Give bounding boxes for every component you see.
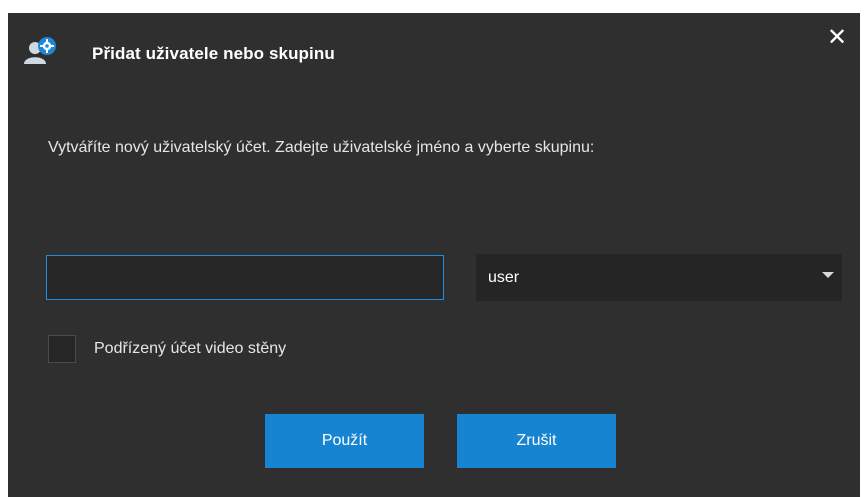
dialog-title: Přidat uživatele nebo skupinu [92, 44, 335, 63]
user-gear-icon [22, 35, 58, 65]
instruction-text: Vytváříte nový uživatelský účet. Zadejte… [48, 139, 595, 156]
add-user-dialog: Přidat uživatele nebo skupinu ✕ Vytvářít… [8, 13, 860, 497]
video-wall-subaccount-checkbox[interactable] [48, 335, 76, 363]
cancel-button[interactable]: Zrušit [457, 414, 616, 468]
video-wall-subaccount-label[interactable]: Podřízený účet video stěny [94, 340, 286, 358]
close-button[interactable]: ✕ [824, 25, 850, 51]
group-dropdown-value: user [488, 269, 520, 286]
apply-button[interactable]: Použít [265, 414, 424, 468]
username-input[interactable] [46, 255, 444, 300]
close-icon[interactable]: ✕ [827, 24, 847, 51]
dialog-title-bar: Přidat uživatele nebo skupinu ✕ [8, 13, 860, 87]
group-dropdown[interactable]: user [476, 254, 842, 301]
chevron-down-icon[interactable] [822, 272, 834, 278]
